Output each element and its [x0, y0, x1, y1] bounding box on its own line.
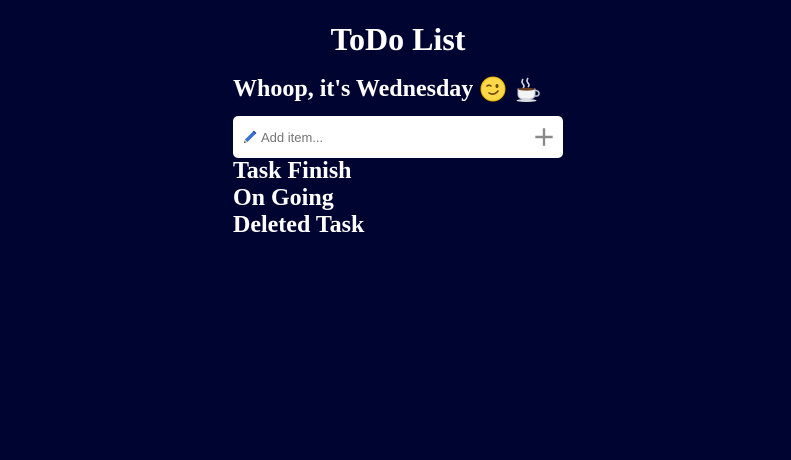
add-item-bar	[233, 116, 563, 158]
day-greeting: Whoop, it's Wednesday	[233, 74, 541, 104]
greeting-text: Whoop, it's Wednesday	[233, 76, 474, 102]
section-on-going[interactable]: On Going	[233, 185, 364, 212]
add-item-input[interactable]	[259, 122, 525, 152]
section-task-finish[interactable]: Task Finish	[233, 158, 364, 185]
hot-coffee-icon	[513, 75, 541, 103]
page-title: ToDo List	[330, 21, 466, 57]
plus-icon	[535, 128, 553, 146]
task-sections: Task Finish On Going Deleted Task	[233, 158, 364, 239]
pen-icon	[241, 128, 259, 146]
add-item-button[interactable]	[525, 116, 563, 158]
section-deleted-task[interactable]: Deleted Task	[233, 212, 364, 239]
wink-face-icon	[479, 75, 507, 103]
